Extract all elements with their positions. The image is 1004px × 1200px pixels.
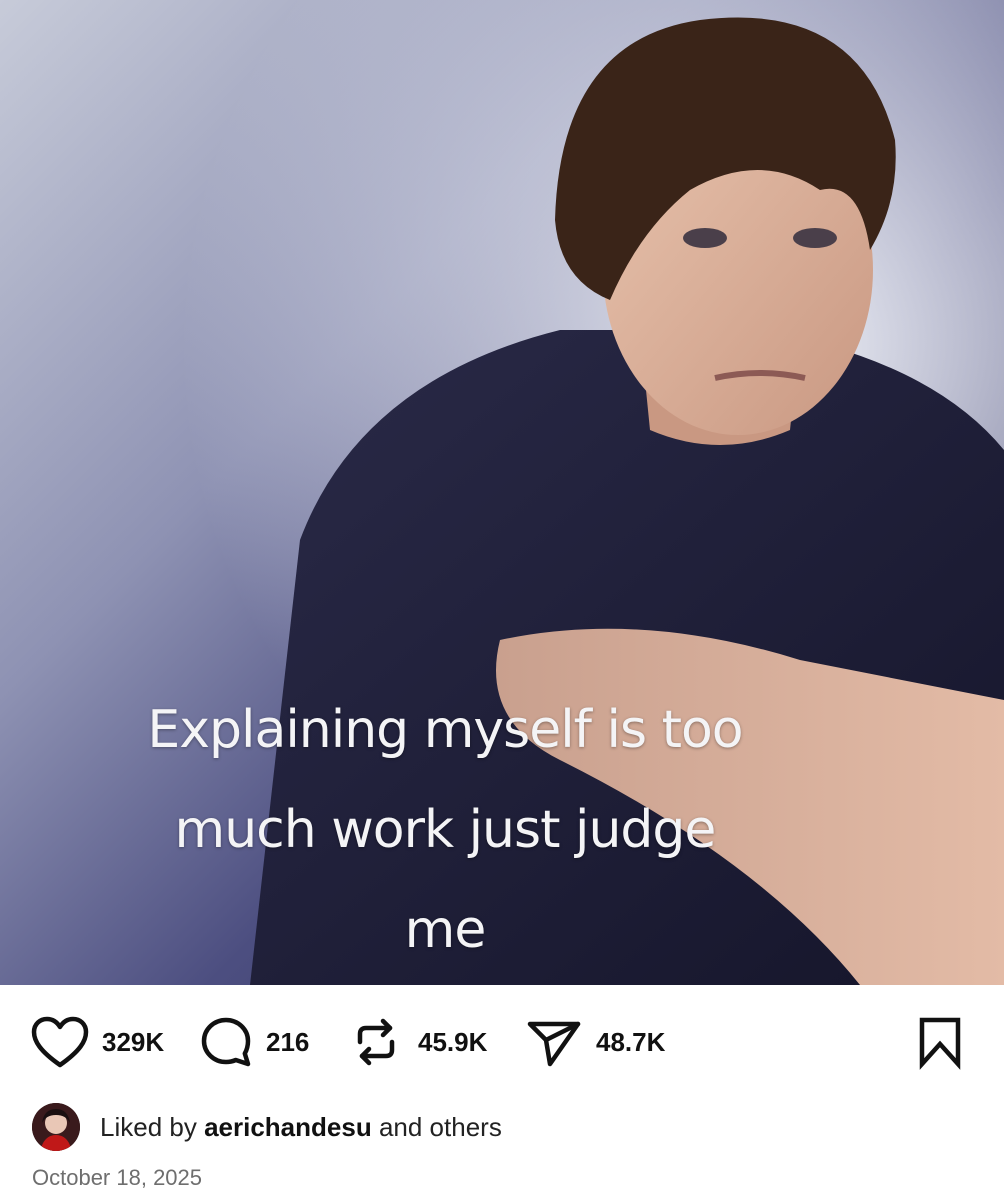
avatar[interactable] xyxy=(32,1103,80,1151)
send-icon xyxy=(524,1014,584,1070)
post-caption: Explaining myself is too much work just … xyxy=(147,700,743,960)
action-bar: 329K 216 45.9K 48.7K xyxy=(28,1010,978,1074)
repost-count: 45.9K xyxy=(418,1026,488,1057)
heart-icon xyxy=(30,1015,90,1069)
comment-icon xyxy=(198,1014,254,1070)
liked-by-prefix: Liked by xyxy=(100,1111,197,1142)
comment-count: 216 xyxy=(266,1026,310,1057)
bookmark-icon xyxy=(914,1014,966,1070)
post-date: October 18, 2025 xyxy=(32,1165,203,1190)
comment-button[interactable]: 216 xyxy=(198,1010,309,1074)
repost-button[interactable]: 45.9K xyxy=(346,1010,487,1074)
liked-by-row[interactable]: Liked by aerichandesu and others xyxy=(32,1102,502,1152)
liked-by-suffix[interactable]: and others xyxy=(379,1112,502,1142)
share-count: 48.7K xyxy=(596,1026,666,1057)
liked-by-text: Liked by aerichandesu and others xyxy=(100,1112,502,1143)
post-image[interactable]: Explaining myself is too much work just … xyxy=(0,0,1004,985)
liked-by-username[interactable]: aerichandesu xyxy=(204,1112,372,1142)
like-button[interactable]: 329K xyxy=(30,1010,164,1074)
repost-icon xyxy=(346,1012,406,1072)
save-button[interactable] xyxy=(914,1010,966,1074)
share-button[interactable]: 48.7K xyxy=(524,1010,665,1074)
like-count: 329K xyxy=(102,1026,165,1057)
